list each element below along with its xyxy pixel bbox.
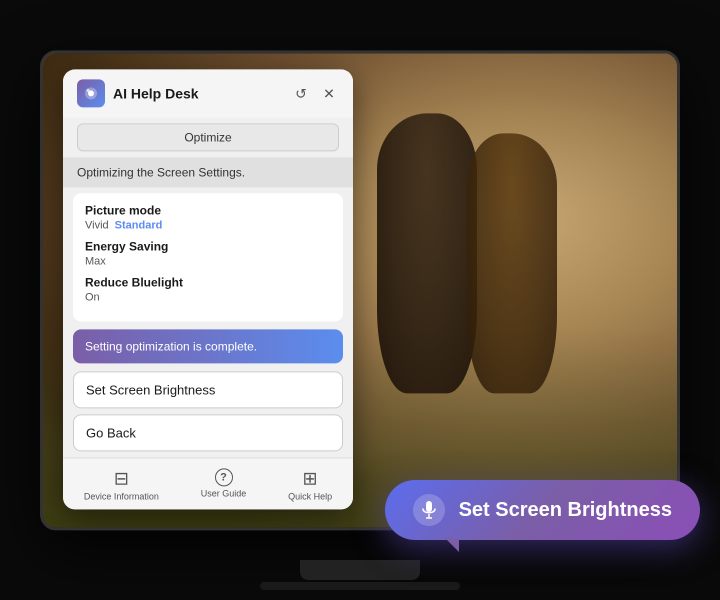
setting-value-max: Max: [85, 255, 106, 267]
setting-label-energy: Energy Saving: [85, 239, 331, 253]
set-brightness-button[interactable]: Set Screen Brightness: [73, 371, 343, 408]
tv-stand: [300, 560, 420, 580]
device-info-icon: ⊟: [114, 468, 129, 489]
voice-bubble: Set Screen Brightness: [385, 480, 700, 540]
voice-bubble-text: Set Screen Brightness: [459, 499, 672, 522]
setting-value-row-bluelight: On: [85, 291, 331, 303]
header-icons: ↺ ✕: [291, 83, 339, 103]
setting-picture-mode: Picture mode Vivid Standard: [85, 203, 331, 231]
tv-stand-base: [260, 582, 460, 590]
tv-screen: AI Help Desk ↺ ✕ Optimize Optimizing the…: [43, 53, 677, 527]
mic-icon: [413, 494, 445, 526]
panel-title: AI Help Desk: [113, 85, 199, 101]
header-left: AI Help Desk: [77, 79, 199, 107]
quick-help-icon: ⊞: [303, 468, 318, 489]
panel-header: AI Help Desk ↺ ✕: [63, 69, 353, 117]
setting-energy-saving: Energy Saving Max: [85, 239, 331, 267]
panel-footer: ⊟ Device Information ? User Guide ⊞ Quic…: [63, 457, 353, 509]
tv-frame: AI Help Desk ↺ ✕ Optimize Optimizing the…: [40, 50, 680, 530]
footer-item-guide[interactable]: ? User Guide: [201, 468, 247, 501]
setting-value-on: On: [85, 291, 100, 303]
ai-icon: [77, 79, 105, 107]
footer-item-device[interactable]: ⊟ Device Information: [84, 468, 159, 501]
help-desk-panel: AI Help Desk ↺ ✕ Optimize Optimizing the…: [63, 69, 353, 509]
go-back-button[interactable]: Go Back: [73, 414, 343, 451]
footer-label-help: Quick Help: [288, 491, 332, 501]
setting-label-picture: Picture mode: [85, 203, 331, 217]
setting-value-row-energy: Max: [85, 255, 331, 267]
setting-value-vivid: Vivid: [85, 219, 109, 231]
settings-box: Picture mode Vivid Standard Energy Savin…: [73, 193, 343, 321]
footer-label-device: Device Information: [84, 491, 159, 501]
optimize-button[interactable]: Optimize: [77, 123, 339, 151]
setting-label-bluelight: Reduce Bluelight: [85, 275, 331, 289]
reset-icon[interactable]: ↺: [291, 83, 311, 103]
footer-label-guide: User Guide: [201, 488, 247, 498]
close-icon[interactable]: ✕: [319, 83, 339, 103]
status-bar: Optimizing the Screen Settings.: [63, 157, 353, 187]
setting-bluelight: Reduce Bluelight On: [85, 275, 331, 303]
setting-value-row-picture: Vivid Standard: [85, 219, 331, 231]
user-guide-icon: ?: [215, 468, 233, 486]
complete-banner: Setting optimization is complete.: [73, 329, 343, 363]
setting-value-standard: Standard: [115, 219, 163, 231]
person-silhouette-left: [377, 113, 477, 393]
person-silhouette-right: [467, 133, 557, 393]
footer-item-help[interactable]: ⊞ Quick Help: [288, 468, 332, 501]
